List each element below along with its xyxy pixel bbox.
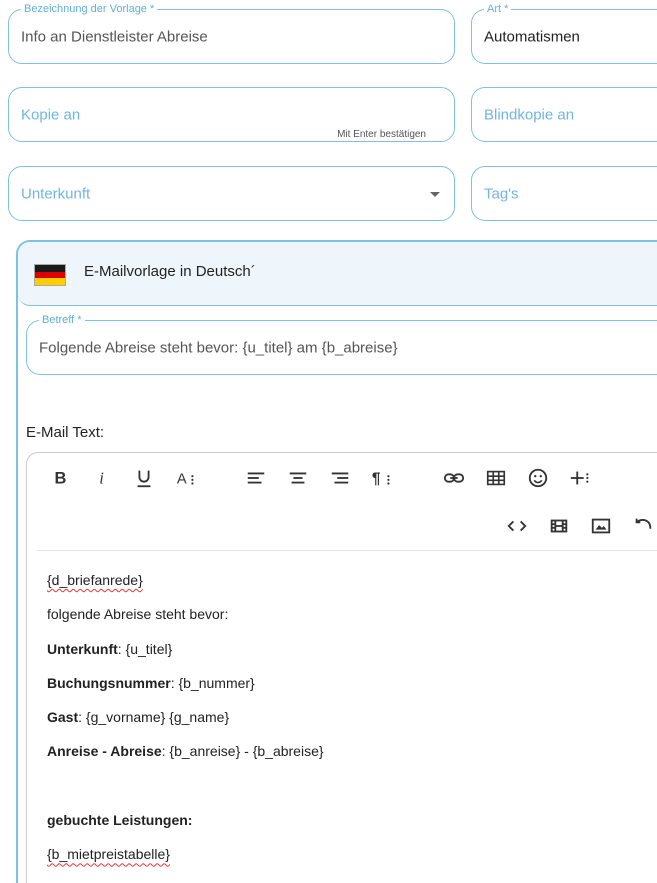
editor-line-price-table: {b_mietpreistabelle} — [47, 846, 170, 863]
rich-text-editor: B i A ¶ {d_briefanrede} folgende Abreise… — [26, 452, 657, 883]
paragraph-icon[interactable]: ¶ — [367, 463, 397, 493]
editor-line-empty — [47, 775, 647, 809]
cc-hint: Mit Enter bestätigen — [337, 129, 426, 140]
editor-line-services-heading: gebuchte Leistungen: — [47, 812, 193, 829]
chevron-down-icon[interactable] — [430, 191, 440, 197]
svg-text:i: i — [99, 469, 104, 488]
align-right-icon[interactable] — [325, 463, 355, 493]
underline-icon[interactable] — [129, 463, 159, 493]
bcc-placeholder: Blindkopie an — [484, 106, 575, 123]
image-icon[interactable] — [586, 511, 616, 541]
emoji-icon[interactable] — [523, 463, 553, 493]
tags-placeholder: Tag's — [484, 185, 519, 202]
panel-header[interactable]: E-Mailvorlage in Deutsch´ — [18, 242, 657, 306]
german-flag-icon — [34, 264, 66, 286]
font-size-icon[interactable]: A — [171, 463, 201, 493]
type-select[interactable]: Art * Automatismen — [471, 3, 657, 64]
template-name-value[interactable]: Info an Dienstleister Abreise — [21, 28, 208, 45]
undo-icon[interactable] — [628, 511, 657, 541]
template-name-label: Bezeichnung der Vorlage * — [21, 3, 158, 15]
tags-field[interactable]: Tag's — [471, 166, 657, 221]
svg-text:B: B — [55, 470, 67, 488]
subject-label: Betreff * — [39, 314, 85, 326]
panel-title: E-Mailvorlage in Deutsch´ — [84, 263, 256, 280]
code-view-icon[interactable] — [502, 511, 532, 541]
cc-placeholder: Kopie an — [21, 106, 81, 123]
svg-text:¶: ¶ — [372, 471, 381, 488]
cc-field[interactable]: Kopie an Mit Enter bestätigen — [8, 87, 455, 142]
accommodation-select[interactable]: Unterkunft — [8, 166, 455, 221]
email-text-label: E-Mail Text: — [26, 424, 105, 441]
editor-line-accommodation: Unterkunft: {u_titel} — [47, 640, 173, 657]
subject-field[interactable]: Betreff * Folgende Abreise steht bevor: … — [26, 314, 657, 375]
bcc-field[interactable]: Blindkopie an — [471, 87, 657, 142]
editor-line-dates: Anreise - Abreise: {b_anreise} - {b_abre… — [47, 743, 324, 760]
editor-line-intro: folgende Abreise steht bevor: — [47, 606, 229, 623]
align-left-icon[interactable] — [241, 463, 271, 493]
italic-icon[interactable]: i — [87, 463, 117, 493]
table-icon[interactable] — [481, 463, 511, 493]
link-icon[interactable] — [439, 463, 469, 493]
bold-icon[interactable]: B — [45, 463, 75, 493]
editor-line-booking-number: Buchungsnummer: {b_nummer} — [47, 674, 255, 691]
accommodation-placeholder: Unterkunft — [21, 185, 91, 202]
align-center-icon[interactable] — [283, 463, 313, 493]
editor-content[interactable]: {d_briefanrede} folgende Abreise steht b… — [47, 569, 647, 878]
editor-line-guest: Gast: {g_vorname} {g_name} — [47, 709, 230, 726]
editor-line-greeting: {d_briefanrede} — [47, 572, 143, 588]
template-name-field[interactable]: Bezeichnung der Vorlage * Info an Dienst… — [8, 3, 455, 64]
type-label: Art * — [484, 3, 512, 15]
subject-value[interactable]: Folgende Abreise steht bevor: {u_titel} … — [39, 339, 398, 356]
type-value[interactable]: Automatismen — [484, 28, 580, 45]
video-icon[interactable] — [544, 511, 574, 541]
svg-text:A: A — [177, 472, 187, 488]
toolbar-divider — [37, 550, 657, 551]
insert-more-icon[interactable] — [565, 463, 595, 493]
